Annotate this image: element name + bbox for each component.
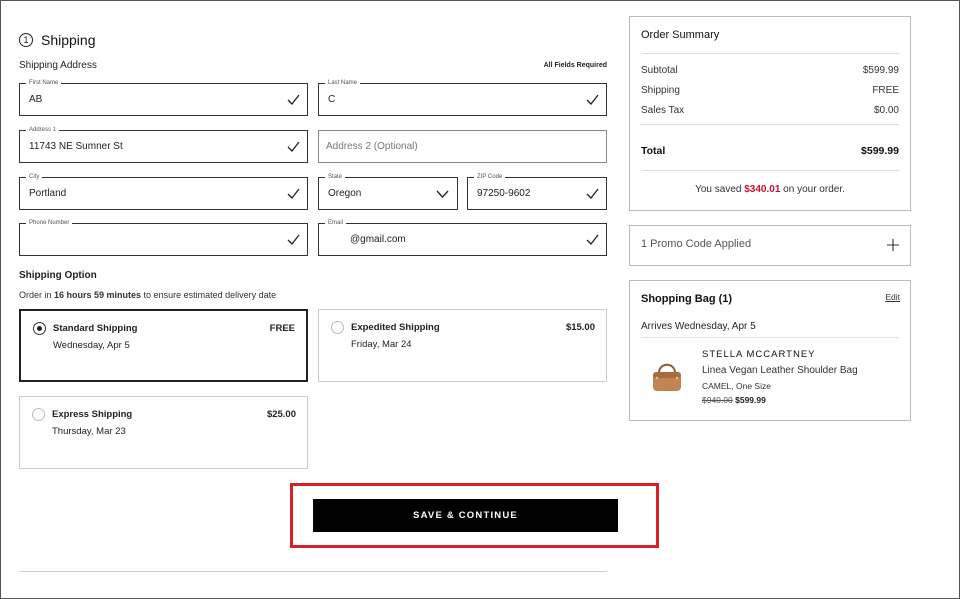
edit-bag-link[interactable]: Edit — [885, 292, 900, 302]
option-date: Friday, Mar 24 — [351, 339, 412, 350]
savings-note: You saved $340.01 on your order. — [630, 184, 910, 195]
order-deadline-note: Order in 16 hours 59 minutes to ensure e… — [19, 290, 276, 300]
check-icon — [287, 141, 300, 152]
save-and-continue-button[interactable]: SAVE & CONTINUE — [313, 499, 618, 532]
email-label: Email — [325, 219, 347, 227]
state-label: State — [325, 173, 346, 181]
city-field[interactable]: City Portland — [19, 173, 308, 210]
city-label: City — [26, 173, 43, 181]
radio-button[interactable] — [331, 321, 344, 334]
original-price: $940.00 — [702, 395, 733, 405]
summary-row-shipping: Shipping FREE — [641, 85, 899, 96]
last-name-field[interactable]: Last Name C — [318, 79, 607, 116]
option-price: $25.00 — [266, 409, 296, 420]
first-name-field[interactable]: First Name AB — [19, 79, 308, 116]
chevron-down-icon — [436, 190, 449, 198]
promo-code-panel[interactable]: 1 Promo Code Applied — [629, 225, 911, 266]
state-select[interactable]: State Oregon — [318, 173, 458, 210]
total-label: Total — [641, 145, 666, 157]
saved-prefix: You saved — [695, 184, 745, 195]
divider — [19, 571, 607, 572]
zip-label: ZIP Code — [474, 173, 506, 181]
promo-code-text: 1 Promo Code Applied — [641, 238, 752, 250]
check-icon — [586, 234, 599, 245]
check-icon — [287, 234, 300, 245]
option-name: Express Shipping — [52, 409, 133, 420]
check-icon — [287, 188, 300, 199]
summary-label: Shipping — [641, 85, 680, 96]
summary-label: Sales Tax — [641, 105, 685, 116]
last-name-value: C — [328, 94, 336, 105]
zip-field[interactable]: ZIP Code 97250-9602 — [467, 173, 607, 210]
option-price: FREE — [269, 323, 295, 334]
shopping-bag-panel: Shopping Bag (1) Edit Arrives Wednesday,… — [629, 280, 911, 421]
address1-value: 11743 NE Sumner St — [29, 141, 123, 152]
check-icon — [287, 94, 300, 105]
divider — [641, 53, 899, 54]
first-name-value: AB — [29, 94, 43, 105]
divider — [641, 124, 899, 125]
summary-row-subtotal: Subtotal $599.99 — [641, 65, 899, 76]
phone-field[interactable]: Phone Number — [19, 219, 308, 256]
page-title: Shipping — [41, 32, 96, 48]
step-number-icon: 1 — [19, 33, 33, 47]
summary-value: FREE — [872, 85, 899, 96]
option-date: Wednesday, Apr 5 — [53, 340, 130, 351]
email-value: @gmail.com — [350, 234, 406, 245]
radio-button[interactable] — [32, 408, 45, 421]
radio-button-selected[interactable] — [33, 322, 46, 335]
order-note-prefix: Order in — [19, 290, 55, 300]
product-name: Linea Vegan Leather Shoulder Bag — [702, 365, 858, 376]
product-thumbnail[interactable] — [648, 359, 686, 395]
required-note: All Fields Required — [543, 62, 607, 69]
address1-label: Address 1 — [26, 126, 60, 134]
summary-row-sales-tax: Sales Tax $0.00 — [641, 105, 899, 116]
summary-value: $599.99 — [862, 65, 899, 76]
option-name: Expedited Shipping — [351, 322, 440, 333]
shipping-address-label: Shipping Address — [19, 60, 97, 71]
divider — [641, 170, 899, 171]
total-value: $599.99 — [861, 145, 899, 157]
shipping-option-express[interactable]: Express Shipping Thursday, Mar 23 $25.00 — [19, 396, 308, 469]
option-date: Thursday, Mar 23 — [52, 426, 126, 437]
phone-label: Phone Number — [26, 219, 73, 227]
shipping-option-standard[interactable]: Standard Shipping Wednesday, Apr 5 FREE — [19, 309, 308, 382]
city-value: Portland — [29, 188, 67, 199]
summary-row-total: Total $599.99 — [641, 145, 899, 157]
check-icon — [586, 188, 599, 199]
saved-amount: $340.01 — [744, 184, 781, 195]
shopping-bag-title: Shopping Bag (1) — [641, 293, 733, 305]
order-summary-title: Order Summary — [641, 29, 720, 41]
option-name: Standard Shipping — [53, 323, 138, 334]
product-prices: $940.00 $599.99 — [702, 395, 766, 405]
sale-price: $599.99 — [735, 395, 766, 405]
shipping-option-label: Shipping Option — [19, 270, 97, 281]
summary-value: $0.00 — [873, 105, 899, 116]
address2-field[interactable]: Address 2 (Optional) — [318, 130, 607, 163]
shipping-option-expedited[interactable]: Expedited Shipping Friday, Mar 24 $15.00 — [318, 309, 607, 382]
option-price: $15.00 — [565, 322, 595, 333]
zip-value: 97250-9602 — [477, 188, 531, 199]
address2-placeholder: Address 2 (Optional) — [326, 141, 418, 152]
state-value: Oregon — [328, 188, 362, 199]
email-field[interactable]: Email @gmail.com — [318, 219, 607, 256]
last-name-label: Last Name — [325, 79, 361, 87]
order-note-time: 16 hours 59 minutes — [54, 290, 142, 300]
address1-field[interactable]: Address 1 11743 NE Sumner St — [19, 126, 308, 163]
order-summary-panel: Order Summary Subtotal $599.99 Shipping … — [629, 16, 911, 211]
divider — [641, 337, 899, 338]
check-icon — [586, 94, 599, 105]
summary-label: Subtotal — [641, 65, 678, 76]
product-variant: CAMEL, One Size — [702, 381, 771, 391]
saved-suffix: on your order. — [780, 184, 845, 195]
first-name-label: First Name — [26, 79, 62, 87]
shipping-step-header: 1 Shipping — [19, 32, 96, 48]
plus-icon[interactable] — [887, 239, 899, 251]
arrival-date: Arrives Wednesday, Apr 5 — [641, 321, 756, 332]
product-brand: STELLA MCCARTNEY — [702, 349, 816, 360]
order-note-suffix: to ensure estimated delivery date — [141, 290, 277, 300]
